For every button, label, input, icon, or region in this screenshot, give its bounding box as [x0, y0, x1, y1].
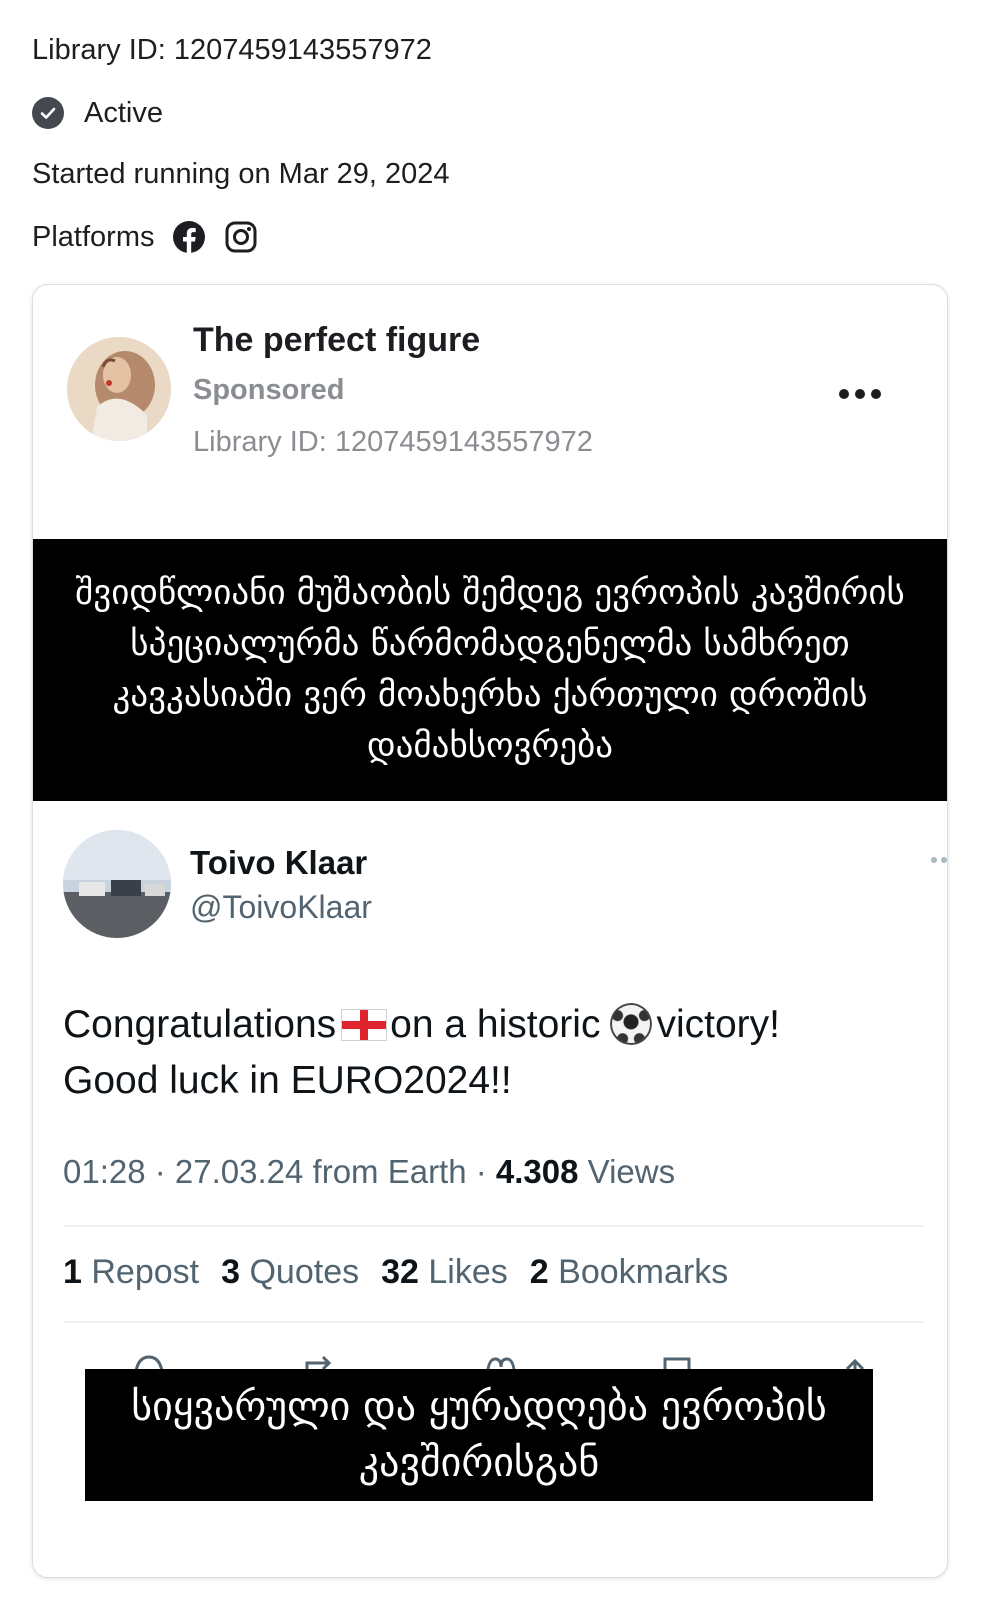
platforms-row: Platforms — [32, 220, 258, 254]
divider — [63, 1225, 923, 1227]
instagram-icon — [224, 220, 258, 254]
page-name[interactable]: The perfect figure — [193, 321, 480, 360]
tweet-text-part3: victory! — [656, 1003, 780, 1046]
page-avatar[interactable] — [67, 337, 171, 441]
status-text: Active — [84, 96, 163, 129]
stat-reposts: 1 Repost — [63, 1253, 200, 1291]
tweet-views-count: 4.308 — [495, 1153, 579, 1190]
tweet-more-icon — [931, 857, 947, 863]
tweet-meta: 01:28 · 27.03.24 from Earth · 4.308 View… — [63, 1153, 675, 1191]
tweet-author-avatar — [63, 830, 171, 938]
tweet-text: Congratulations on a historic victory! Goo… — [63, 997, 923, 1109]
platforms-label: Platforms — [32, 220, 155, 253]
library-id: Library ID: 1207459143557972 — [32, 34, 432, 66]
status-row: Active — [32, 97, 163, 129]
divider — [63, 1321, 923, 1323]
tweet-text-line2: Good luck in EURO2024!! — [63, 1059, 512, 1102]
started-running: Started running on Mar 29, 2024 — [32, 158, 450, 190]
more-options-icon[interactable] — [833, 383, 887, 405]
soccer-ball-icon — [610, 1003, 653, 1045]
bottom-caption-banner: სიყვარული და ყურადღება ევროპის კავშირისგ… — [85, 1369, 873, 1501]
tweet-author-name: Toivo Klaar — [190, 844, 368, 881]
top-caption-banner: შვიდწლიანი მუშაობის შემდეგ ევროპის კავში… — [33, 539, 947, 801]
stat-bookmarks: 2 Bookmarks — [529, 1253, 729, 1291]
facebook-icon — [172, 220, 206, 254]
ad-creative-image: შვიდწლიანი მუშაობის შემდეგ ევროპის კავში… — [33, 539, 947, 1577]
tweet-text-part1: Congratulations — [63, 1003, 337, 1046]
tweet-views-label: Views — [587, 1153, 676, 1190]
ad-library-id: Library ID: 1207459143557972 — [193, 426, 593, 458]
tweet-actions-row — [33, 1339, 947, 1383]
tweet-timestamp: 01:28 · 27.03.24 from Earth · — [63, 1153, 487, 1190]
tweet-stats: 1 Repost 3 Quotes 32 Likes 2 Bookmarks — [63, 1253, 728, 1292]
tweet-author-handle: @ToivoKlaar — [190, 889, 372, 925]
stat-likes: 32 Likes — [381, 1253, 508, 1291]
sponsored-label: Sponsored — [193, 374, 345, 406]
tweet-text-part2: on a historic — [390, 1003, 601, 1046]
stat-quotes: 3 Quotes — [221, 1253, 360, 1291]
england-flag-icon — [342, 1010, 387, 1040]
ad-card: The perfect figure Sponsored Library ID:… — [32, 284, 948, 1578]
checkmark-icon — [32, 97, 64, 129]
